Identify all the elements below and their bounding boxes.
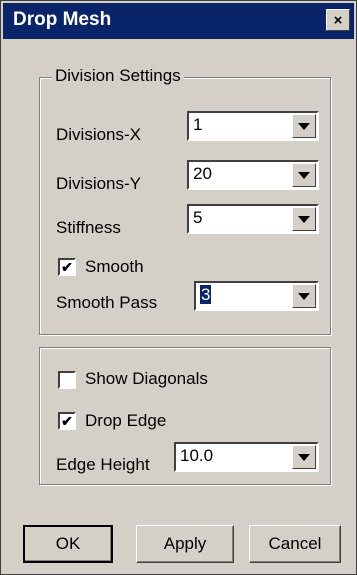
smooth-label[interactable]: Smooth — [85, 257, 144, 277]
cancel-button[interactable]: Cancel — [249, 525, 341, 563]
divisions-y-combobox[interactable]: 20 — [187, 160, 319, 190]
show-diagonals-label[interactable]: Show Diagonals — [85, 369, 208, 389]
chevron-down-icon — [298, 292, 310, 300]
divisions-x-combobox[interactable]: 1 — [187, 111, 319, 141]
drop-edge-label[interactable]: Drop Edge — [85, 411, 166, 431]
divisions-x-label: Divisions-X — [56, 125, 142, 144]
stiffness-combobox[interactable]: 5 — [187, 204, 319, 234]
divisions-y-label: Divisions-Y — [56, 174, 142, 193]
chevron-down-icon — [298, 215, 310, 223]
close-button[interactable]: × — [326, 9, 350, 31]
smooth-pass-selected-text: 3 — [200, 285, 212, 304]
edge-height-value: 10.0 — [180, 446, 214, 465]
dropdown-button[interactable] — [292, 163, 316, 187]
edge-height-label: Edge Height — [56, 455, 150, 474]
apply-button[interactable]: Apply — [136, 525, 234, 563]
smooth-pass-value: 3 — [200, 285, 212, 305]
smooth-pass-label: Smooth Pass — [56, 293, 158, 312]
chevron-down-icon — [298, 171, 310, 179]
dropdown-button[interactable] — [292, 284, 316, 308]
stiffness-label: Stiffness — [56, 218, 121, 237]
dropdown-button[interactable] — [292, 114, 316, 138]
checkmark-icon: ✔ — [61, 259, 73, 275]
close-icon: × — [333, 11, 343, 29]
dropdown-button[interactable] — [292, 207, 316, 231]
drop-mesh-dialog: Drop Mesh × Division Settings Divisions-… — [0, 0, 357, 575]
division-settings-legend: Division Settings — [52, 66, 184, 86]
smooth-pass-combobox[interactable]: 3 — [194, 281, 319, 311]
drop-edge-checkbox[interactable]: ✔ — [58, 412, 76, 430]
title-bar[interactable]: Drop Mesh × — [3, 3, 354, 39]
dropdown-button[interactable] — [292, 445, 316, 469]
show-diagonals-checkbox[interactable] — [58, 371, 76, 389]
stiffness-value: 5 — [193, 208, 203, 227]
divisions-y-value: 20 — [193, 164, 212, 183]
edge-height-combobox[interactable]: 10.0 — [174, 442, 319, 472]
divisions-x-value: 1 — [193, 115, 203, 134]
checkmark-icon: ✔ — [61, 413, 73, 429]
ok-button[interactable]: OK — [23, 525, 113, 563]
window-title: Drop Mesh — [13, 9, 112, 30]
smooth-checkbox[interactable]: ✔ — [58, 258, 76, 276]
chevron-down-icon — [298, 122, 310, 130]
chevron-down-icon — [298, 453, 310, 461]
